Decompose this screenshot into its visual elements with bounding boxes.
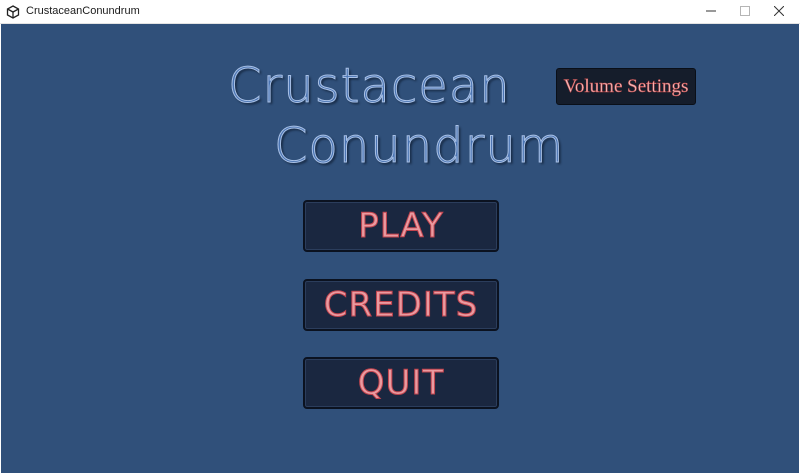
minimize-button[interactable] (694, 0, 728, 24)
game-title-line1: Crustacean (228, 58, 511, 114)
quit-button[interactable]: QUIT (303, 357, 499, 409)
play-button[interactable]: PLAY (303, 200, 499, 252)
title-bar[interactable]: CrustaceanConundrum (0, 0, 800, 24)
window-title: CrustaceanConundrum (26, 5, 140, 17)
play-label: PLAY (358, 206, 444, 247)
maximize-icon (740, 3, 750, 21)
minimize-icon (706, 3, 716, 21)
quit-label: QUIT (357, 363, 445, 404)
game-title-line2: Conundrum (274, 118, 565, 174)
maximize-button[interactable] (728, 0, 762, 24)
app-window: CrustaceanConundrum Crustacean Conundrum… (0, 0, 800, 474)
credits-button[interactable]: CREDITS (303, 279, 499, 331)
credits-label: CREDITS (323, 285, 479, 326)
unity-icon (6, 5, 20, 19)
game-canvas: Crustacean Conundrum Volume Settings PLA… (1, 24, 799, 473)
close-icon (773, 3, 785, 21)
volume-settings-button[interactable]: Volume Settings (556, 68, 696, 105)
volume-settings-label: Volume Settings (563, 75, 689, 97)
close-button[interactable] (762, 0, 796, 24)
